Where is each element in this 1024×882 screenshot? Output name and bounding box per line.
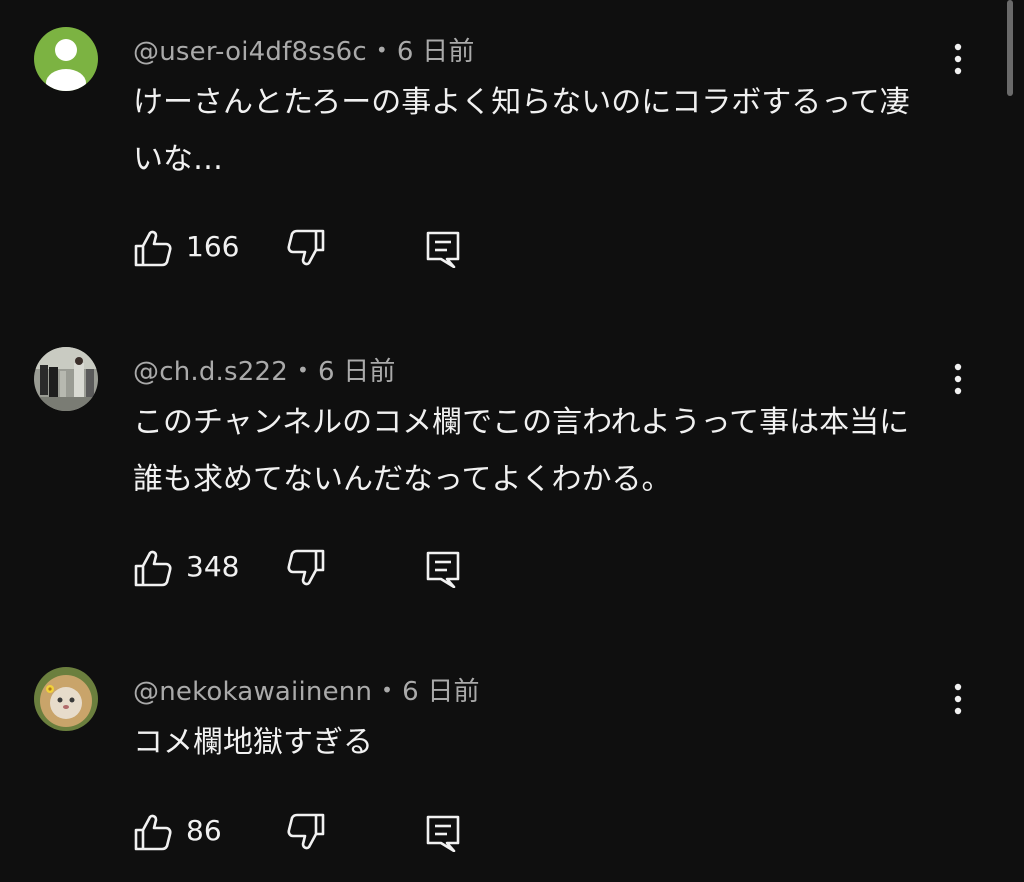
comment-text: けーさんとたろーの事よく知らないのにコラボするって凄いな… [133, 85, 910, 177]
comment-meta: @nekokawaiinenn • 6 日前 [133, 671, 480, 708]
dislike-button[interactable] [286, 812, 326, 852]
like-count: 86 [186, 814, 222, 847]
reply-button[interactable] [423, 812, 463, 853]
reply-button[interactable] [423, 228, 463, 269]
thumbs-down-icon [287, 813, 325, 850]
thumbs-up-icon [134, 814, 172, 851]
thumbs-down-icon [287, 549, 325, 586]
cat-lion-avatar-image [34, 667, 98, 731]
avatar[interactable] [34, 347, 98, 411]
thumbs-up-icon [134, 230, 172, 267]
like-count: 348 [186, 550, 240, 583]
reply-comment-icon [426, 815, 460, 853]
separator-dot: • [296, 358, 309, 382]
avatar[interactable] [34, 667, 98, 731]
comment-text: このチャンネルのコメ欄でこの言われようって事は本当に誰も求めてないんだなってよく… [133, 405, 910, 497]
author-name[interactable]: @nekokawaiinenn [133, 677, 372, 707]
author-name[interactable]: @user-oi4df8ss6c [133, 37, 367, 67]
like-count: 166 [186, 230, 240, 263]
comment-meta: @user-oi4df8ss6c • 6 日前 [133, 31, 475, 68]
default-person-icon [34, 27, 98, 91]
photo-avatar-image [34, 347, 98, 411]
more-vertical-icon [954, 363, 962, 395]
separator-dot: • [381, 678, 394, 702]
more-vertical-icon [954, 43, 962, 75]
like-button[interactable] [133, 812, 173, 852]
comment-time[interactable]: 6 日前 [318, 357, 396, 387]
comment-meta: @ch.d.s222 • 6 日前 [133, 351, 396, 388]
dislike-button[interactable] [286, 548, 326, 588]
more-actions-button[interactable] [940, 680, 976, 720]
thumbs-up-icon [134, 550, 172, 587]
scrollbar[interactable] [1007, 0, 1013, 96]
more-vertical-icon [954, 683, 962, 715]
more-actions-button[interactable] [940, 40, 976, 80]
comment-time[interactable]: 6 日前 [402, 677, 480, 707]
like-button[interactable] [133, 228, 173, 268]
author-name[interactable]: @ch.d.s222 [133, 357, 288, 387]
avatar[interactable] [34, 27, 98, 91]
reply-comment-icon [426, 231, 460, 269]
dislike-button[interactable] [286, 228, 326, 268]
reply-comment-icon [426, 551, 460, 589]
like-button[interactable] [133, 548, 173, 588]
thumbs-down-icon [287, 229, 325, 266]
reply-button[interactable] [423, 548, 463, 589]
separator-dot: • [375, 38, 388, 62]
more-actions-button[interactable] [940, 360, 976, 400]
comment-time[interactable]: 6 日前 [397, 37, 475, 67]
comment-text: コメ欄地獄すぎる [133, 725, 373, 760]
